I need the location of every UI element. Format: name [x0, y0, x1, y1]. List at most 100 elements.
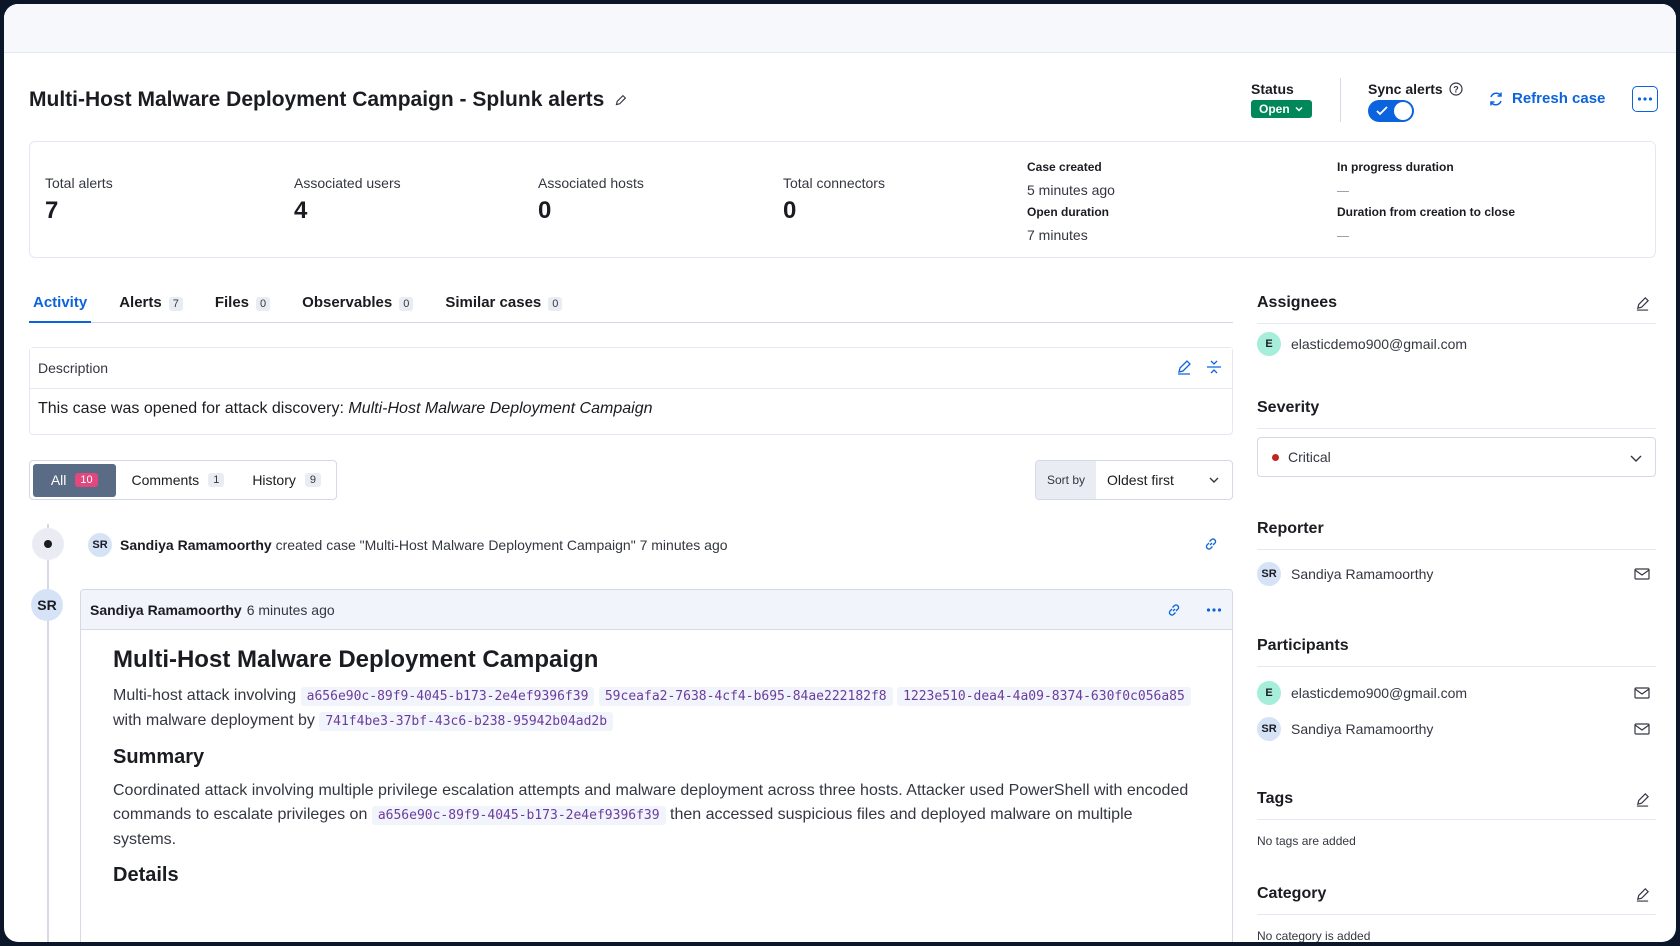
- activity-filter-group: All 10 Comments 1 History 9: [29, 460, 337, 500]
- chevron-down-icon: [1295, 106, 1303, 112]
- description-text: This case was opened for attack discover…: [30, 389, 1232, 429]
- check-icon: [1376, 106, 1388, 116]
- in-progress-value: [1337, 182, 1454, 198]
- reporter-section: Reporter SR Sandiya Ramamoorthy: [1257, 520, 1656, 586]
- case-created: Case created 5 minutes ago: [1027, 160, 1115, 198]
- refresh-case-button[interactable]: Refresh case: [1488, 90, 1605, 107]
- link-icon[interactable]: [1166, 602, 1182, 618]
- header-divider: [1340, 78, 1341, 122]
- mail-icon[interactable]: [1634, 568, 1650, 580]
- paragraph-text: with malware deployment by: [113, 712, 315, 729]
- more-actions-button[interactable]: [1632, 86, 1658, 112]
- mail-icon[interactable]: [1634, 723, 1650, 735]
- tab-count: 7: [168, 297, 183, 311]
- event-description: created case "Multi-Host Malware Deploym…: [275, 537, 728, 553]
- edit-description-icon[interactable]: [1176, 359, 1192, 375]
- divider: [1257, 666, 1656, 667]
- participant-name: Sandiya Ramamoorthy: [1291, 721, 1434, 737]
- sort-label: Sort by: [1036, 461, 1097, 499]
- metric-associated-hosts: Associated hosts 0: [538, 175, 644, 225]
- description-header: Description: [30, 348, 1232, 389]
- tab-observables[interactable]: Observables 0: [298, 292, 417, 323]
- sort-select[interactable]: Sort by Oldest first: [1035, 460, 1233, 500]
- case-created-value: 5 minutes ago: [1027, 182, 1115, 198]
- assignees-title: Assignees: [1257, 294, 1338, 311]
- host-id-code: a656e90c-89f9-4045-b173-2e4ef9396f39: [300, 687, 595, 706]
- description-label: Description: [38, 360, 109, 376]
- status-dropdown[interactable]: Open: [1251, 100, 1312, 118]
- toggle-knob: [1394, 102, 1412, 120]
- event-text: Sandiya Ramamoorthy created case "Multi-…: [120, 537, 728, 553]
- tab-label: Activity: [33, 294, 88, 311]
- metric-value: 0: [783, 197, 797, 224]
- creation-to-close-duration: Duration from creation to close: [1337, 205, 1515, 243]
- link-icon[interactable]: [1203, 536, 1219, 552]
- more-icon[interactable]: [1206, 607, 1222, 613]
- tab-files[interactable]: Files 0: [211, 292, 274, 323]
- mail-icon[interactable]: [1634, 687, 1650, 699]
- participants-title: Participants: [1257, 637, 1349, 654]
- case-metrics-panel: Total alerts 7 Associated users 4 Associ…: [29, 141, 1656, 258]
- filter-count: 10: [75, 473, 98, 487]
- comment-card: Sandiya Ramamoorthy 6 minutes ago Multi-…: [80, 589, 1233, 942]
- filter-all-button[interactable]: All 10: [33, 463, 116, 497]
- edit-tags-icon[interactable]: [1635, 792, 1650, 807]
- filter-history-button[interactable]: History 9: [240, 464, 333, 497]
- open-duration-value: 7 minutes: [1027, 227, 1088, 243]
- filter-comments-button[interactable]: Comments 1: [120, 464, 237, 497]
- metric-label: Associated hosts: [538, 175, 644, 191]
- tab-activity[interactable]: Activity: [29, 292, 92, 323]
- in-progress-duration: In progress duration: [1337, 160, 1454, 198]
- comment-avatar: SR: [31, 589, 63, 621]
- tags-empty-text: No tags are added: [1257, 834, 1356, 848]
- reporter-title: Reporter: [1257, 520, 1324, 537]
- metric-value: 0: [538, 197, 552, 224]
- tab-count: 0: [256, 297, 271, 311]
- filter-count: 9: [304, 473, 321, 487]
- sync-alerts-label-row: Sync alerts ?: [1368, 81, 1463, 97]
- tab-alerts[interactable]: Alerts 7: [115, 292, 187, 323]
- host-id-code: a656e90c-89f9-4045-b173-2e4ef9396f39: [371, 806, 666, 825]
- avatar: E: [1257, 332, 1281, 356]
- sync-alerts-section: Sync alerts ?: [1368, 81, 1463, 122]
- edit-title-icon[interactable]: [614, 94, 627, 107]
- help-icon[interactable]: ?: [1449, 82, 1463, 96]
- divider: [1257, 549, 1656, 550]
- description-actions: [1176, 359, 1222, 375]
- event-user: Sandiya Ramamoorthy: [120, 537, 272, 553]
- tab-label: Observables: [302, 294, 393, 311]
- metric-total-alerts: Total alerts 7: [45, 175, 113, 225]
- timeline-line: [47, 524, 49, 942]
- tab-label: Alerts: [119, 294, 162, 311]
- tab-count: 0: [548, 297, 563, 311]
- comment-paragraph-2: Coordinated attack involving multiple pr…: [113, 779, 1200, 852]
- metric-value: 7: [45, 197, 59, 224]
- host-id-code: 1223e510-dea4-4a09-8374-630f0c056a85: [897, 687, 1191, 706]
- refresh-case-label: Refresh case: [1512, 90, 1606, 107]
- open-duration: Open duration 7 minutes: [1027, 205, 1109, 243]
- edit-assignees-icon[interactable]: [1635, 296, 1650, 311]
- comment-time: 6 minutes ago: [246, 601, 335, 618]
- description-panel: Description This case was opened for att…: [29, 347, 1233, 435]
- metric-label: Total alerts: [45, 175, 113, 191]
- sync-alerts-toggle[interactable]: [1368, 100, 1414, 122]
- case-title-text: Multi-Host Malware Deployment Campaign -…: [29, 88, 605, 111]
- comment-heading: Multi-Host Malware Deployment Campaign: [113, 646, 599, 673]
- timeline-event-dot: [32, 528, 64, 560]
- tab-count: 0: [399, 297, 414, 311]
- edit-category-icon[interactable]: [1635, 887, 1650, 902]
- summary-heading: Summary: [113, 746, 205, 768]
- chevron-down-icon: [1209, 477, 1219, 483]
- assignee-item[interactable]: E elasticdemo900@gmail.com: [1257, 332, 1656, 356]
- sort-value-wrap: Oldest first: [1096, 472, 1232, 488]
- creation-close-label: Duration from creation to close: [1337, 205, 1516, 219]
- metric-value: 4: [294, 197, 308, 224]
- severity-title: Severity: [1257, 399, 1320, 416]
- severity-select[interactable]: Critical: [1257, 437, 1656, 477]
- critical-dot-icon: [1272, 453, 1279, 461]
- status-value: Open: [1259, 102, 1290, 116]
- filter-label: All: [50, 472, 67, 488]
- collapse-icon[interactable]: [1206, 359, 1222, 375]
- tab-label: Similar cases: [445, 294, 542, 311]
- tab-similar-cases[interactable]: Similar cases 0: [441, 292, 566, 323]
